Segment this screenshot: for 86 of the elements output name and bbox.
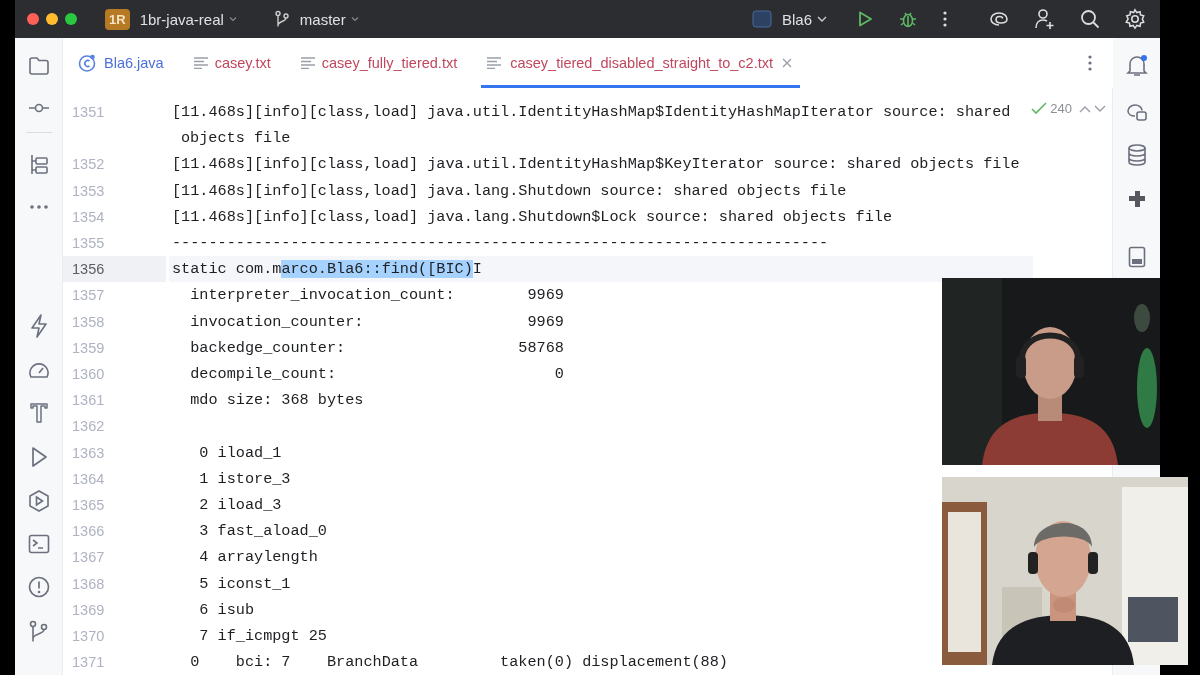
more-icon[interactable] bbox=[28, 204, 49, 210]
document-icon[interactable] bbox=[1127, 246, 1146, 268]
code-line: backedge_counter: 58768 bbox=[189, 337, 565, 359]
line-number: 1367 bbox=[71, 548, 106, 568]
line-number: 1359 bbox=[71, 338, 106, 358]
git-icon[interactable] bbox=[28, 620, 49, 642]
line-number: 1370 bbox=[71, 627, 106, 647]
problems-icon[interactable] bbox=[27, 576, 50, 598]
chevron-down-icon[interactable] bbox=[1094, 104, 1106, 113]
code-line: 2 iload_3 bbox=[198, 495, 283, 517]
code-line: [11.468s][info][class,load] java.lang.Shutdown source: shared objects file bbox=[171, 180, 848, 202]
code-line: 0 bci: 7 BranchData taken(0) displacement(88) bbox=[189, 652, 729, 674]
terminal-icon[interactable] bbox=[27, 534, 50, 554]
code-line: mdo size: 368 bytes bbox=[189, 390, 365, 412]
run-configuration-dropdown[interactable]: Bla6 bbox=[777, 10, 832, 28]
project-badge: 1R bbox=[105, 8, 130, 30]
text-file-icon bbox=[193, 57, 208, 69]
run-icon[interactable] bbox=[856, 10, 874, 28]
chevron-down-icon bbox=[349, 14, 360, 24]
spiral-icon[interactable] bbox=[988, 9, 1010, 29]
line-number: 1357 bbox=[71, 286, 106, 306]
commit-icon[interactable] bbox=[27, 102, 50, 114]
code-line: [11.468s][info][class,load] java.util.IdentityHashMap$IdentityHashMapIterator source: shared objects file bbox=[171, 102, 1012, 150]
line-number: 1356 bbox=[63, 256, 166, 283]
line-number: 1366 bbox=[71, 522, 106, 542]
add-user-icon[interactable] bbox=[1034, 8, 1056, 30]
line-number: 1362 bbox=[71, 417, 106, 437]
file-tab[interactable]: casey_tiered_disabled_straight_to_c2.txt bbox=[481, 38, 800, 88]
structure-icon[interactable] bbox=[28, 154, 49, 176]
line-number: 1368 bbox=[71, 574, 106, 594]
code-line: invocation_counter: 9969 bbox=[189, 311, 565, 333]
file-tab[interactable]: Bla6.java bbox=[71, 38, 188, 88]
line-number: 1371 bbox=[71, 653, 106, 673]
more-icon[interactable] bbox=[1087, 54, 1093, 72]
text-file-icon bbox=[487, 57, 502, 69]
line-number: 1363 bbox=[71, 443, 106, 463]
minimize-window-icon[interactable] bbox=[46, 13, 58, 25]
code-line: [11.468s][info][class,load] java.lang.Shutdown$Lock source: shared objects file bbox=[171, 206, 893, 228]
line-number: 1364 bbox=[71, 469, 106, 489]
check-icon[interactable] bbox=[1031, 101, 1048, 116]
lightning-icon[interactable] bbox=[28, 314, 49, 338]
chevron-down-icon bbox=[816, 14, 828, 24]
file-tab[interactable]: casey.txt bbox=[187, 38, 295, 88]
text-format-icon[interactable] bbox=[28, 402, 49, 424]
project-dropdown[interactable]: 1br-java-real bbox=[135, 10, 242, 28]
line-number: 1369 bbox=[71, 600, 106, 620]
notification-bell-icon[interactable] bbox=[1125, 54, 1148, 78]
code-line: [11.468s][info][class,load] java.util.IdentityHashMap$KeyIterator source: shared objects file bbox=[171, 154, 1021, 176]
branch-icon bbox=[273, 10, 290, 28]
close-window-icon[interactable] bbox=[27, 13, 39, 25]
line-number: 1360 bbox=[71, 365, 106, 385]
search-icon[interactable] bbox=[1080, 9, 1100, 29]
line-number: 1365 bbox=[71, 496, 106, 516]
code-line: decompile_count: 0 bbox=[189, 364, 565, 386]
code-line: 1 istore_3 bbox=[198, 468, 292, 490]
line-number: 1352 bbox=[71, 155, 106, 175]
gauge-icon[interactable] bbox=[27, 360, 50, 380]
line-number: 1353 bbox=[71, 181, 106, 201]
code-line: interpreter_invocation_count: 9969 bbox=[189, 285, 565, 307]
database-icon[interactable] bbox=[1126, 144, 1147, 166]
code-line: 4 arraylength bbox=[198, 547, 319, 569]
text-file-icon bbox=[300, 57, 315, 69]
line-number: 1355 bbox=[71, 234, 106, 253]
window-icon bbox=[751, 10, 772, 28]
zoom-window-icon[interactable] bbox=[65, 13, 77, 25]
file-tab[interactable]: casey_fully_tiered.txt bbox=[294, 38, 482, 88]
code-line: 7 if_icmpgt 25 bbox=[198, 626, 328, 648]
line-number: 1358 bbox=[71, 312, 106, 332]
match-count: 240 bbox=[1050, 101, 1072, 116]
line-number: 1361 bbox=[71, 391, 106, 411]
code-line: 3 fast_aload_0 bbox=[198, 521, 328, 543]
folder-icon[interactable] bbox=[27, 56, 50, 76]
line-number: 1351 bbox=[71, 103, 106, 122]
code-line: ------------------------------------------------------------------------ bbox=[171, 233, 830, 254]
services-icon[interactable] bbox=[27, 490, 50, 512]
close-icon[interactable] bbox=[782, 58, 792, 68]
code-line: 5 iconst_1 bbox=[198, 573, 292, 595]
chevron-up-icon[interactable] bbox=[1079, 104, 1091, 113]
branch-dropdown[interactable]: master bbox=[295, 10, 364, 28]
settings-icon[interactable] bbox=[1124, 8, 1146, 30]
chevron-down-icon bbox=[227, 14, 238, 24]
code-line: 6 isub bbox=[198, 599, 256, 621]
more-icon[interactable] bbox=[942, 10, 948, 28]
class-file-icon bbox=[77, 53, 97, 73]
line-number: 1354 bbox=[71, 207, 106, 227]
code-line: 0 iload_1 bbox=[198, 442, 283, 464]
